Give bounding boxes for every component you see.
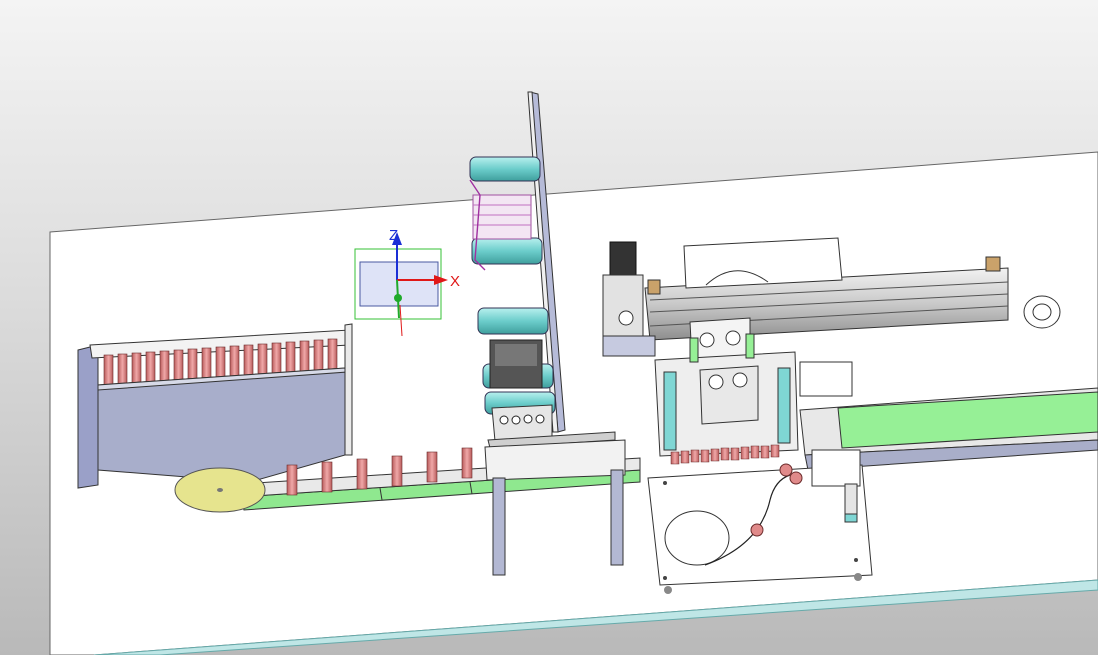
x-axis-label: X <box>450 273 460 290</box>
turntable[interactable] <box>174 467 266 513</box>
roller-plate[interactable] <box>469 91 566 433</box>
z-axis-label: Z <box>389 227 398 244</box>
machine-assembly-scene: X Z <box>49 91 1098 655</box>
cad-viewport[interactable]: X Z <box>0 0 1098 655</box>
flange <box>1023 295 1061 329</box>
back-mount-plate <box>683 237 843 289</box>
